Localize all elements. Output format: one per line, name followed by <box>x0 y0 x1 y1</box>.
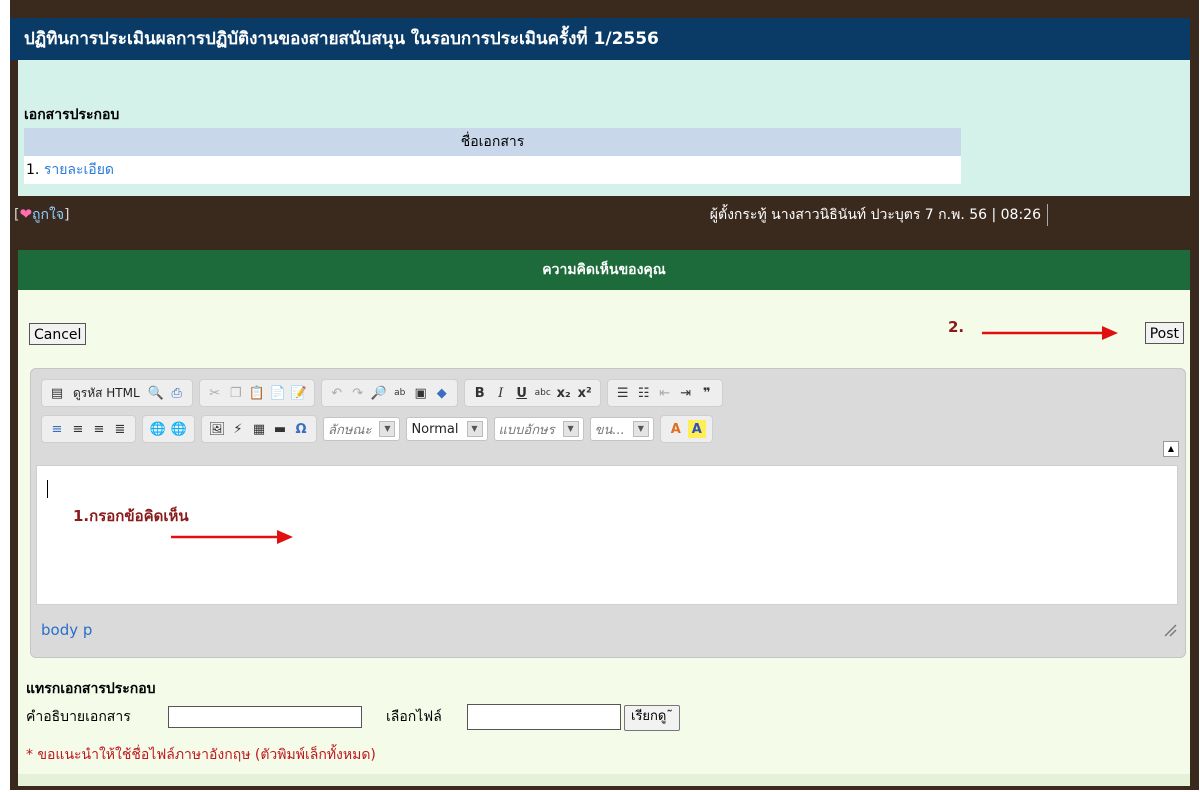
strike-icon[interactable]: abc <box>534 384 552 402</box>
chevron-down-icon: ▼ <box>379 421 396 437</box>
select-all-icon[interactable]: ▣ <box>412 384 430 402</box>
file-label: เลือกไฟล์ <box>386 709 442 725</box>
blockquote-icon[interactable]: ❞ <box>698 384 716 402</box>
paste-text-icon[interactable]: 📄 <box>269 384 287 402</box>
unlink-icon[interactable]: 🌐 <box>170 420 188 438</box>
source-icon: ▤ <box>50 385 64 401</box>
indent-icon[interactable]: ⇥ <box>677 384 695 402</box>
desc-input[interactable] <box>168 706 362 728</box>
italic-icon[interactable]: I <box>492 384 510 402</box>
bg-color-icon[interactable]: A <box>687 420 706 438</box>
paste-word-icon[interactable]: 📝 <box>290 384 308 402</box>
align-center-icon[interactable]: ≡ <box>69 420 87 438</box>
table-icon[interactable]: ▦ <box>250 420 268 438</box>
format-select-value: Normal <box>411 421 459 437</box>
flash-icon[interactable]: ⚡ <box>229 420 247 438</box>
cancel-button[interactable]: Cancel <box>29 323 87 345</box>
document-link[interactable]: รายละเอียด <box>44 162 114 178</box>
chevron-down-icon: ▼ <box>466 421 483 437</box>
align-left-icon[interactable]: ≡ <box>48 420 66 438</box>
chevron-down-icon: ▼ <box>562 421 579 437</box>
redo-icon[interactable]: ↷ <box>349 384 367 402</box>
toolbar-group-insert: 🖼 ⚡ ▦ ▬ Ω <box>201 415 317 443</box>
text-caret <box>47 480 48 498</box>
footer-divider <box>18 774 1190 786</box>
table-header: ชื่อเอกสาร <box>24 128 961 156</box>
link-icon[interactable]: 🌐 <box>149 420 167 438</box>
comment-box: ความคิดเห็นของคุณ Cancel 2. Post ▤ ดูรหั… <box>18 250 1190 786</box>
font-select-value: แบบอักษร <box>498 422 555 438</box>
style-select-value: ลักษณะ <box>328 422 372 438</box>
post-title: ปฏิทินการประเมินผลการปฏิบัติงานของสายสนั… <box>10 18 1190 60</box>
size-select[interactable]: ขน... ▼ <box>589 417 654 441</box>
paste-icon[interactable]: 📋 <box>248 384 266 402</box>
filename-note: * ขอแนะนำให้ใช้ชื่อไฟล์ภาษาอังกฤษ (ตัวพิ… <box>26 747 376 763</box>
author-bar: [❤ถูกใจ] ผู้ตั้งกระทู้ นางสาวนิธินันท์ ป… <box>10 196 1190 246</box>
special-char-icon[interactable]: Ω <box>292 420 310 438</box>
horizontal-rule-icon[interactable]: ▬ <box>271 420 289 438</box>
annotation-step-1: 1.กรอกข้อคิดเห็น <box>73 507 189 525</box>
justify-icon[interactable]: ≣ <box>111 420 129 438</box>
toolbar-group-align: ≡ ≡ ≡ ≣ <box>41 415 136 443</box>
undo-icon[interactable]: ↶ <box>328 384 346 402</box>
text-color-icon[interactable]: A <box>667 420 685 438</box>
style-select[interactable]: ลักษณะ ▼ <box>323 417 401 441</box>
outdent-icon[interactable]: ⇤ <box>656 384 674 402</box>
toolbar-group-document: ▤ ดูรหัส HTML 🔍 ⎙ <box>41 379 193 407</box>
chevron-down-icon: ▼ <box>632 421 649 437</box>
remove-format-icon[interactable]: ◆ <box>433 384 451 402</box>
toolbar-group-basicstyles: B I U abc x₂ x² <box>463 379 601 407</box>
numbered-list-icon[interactable]: ☰ <box>614 384 632 402</box>
author-info: ผู้ตั้งกระทู้ นางสาวนิธินันท์ ปวะบุตร 7 … <box>710 204 1048 226</box>
documents-table: ชื่อเอกสาร 1. รายละเอียด <box>24 128 961 184</box>
like-label: ถูกใจ <box>32 207 65 223</box>
subscript-icon[interactable]: x₂ <box>555 384 573 402</box>
bulleted-list-icon[interactable]: ☷ <box>635 384 653 402</box>
preview-icon[interactable]: 🔍 <box>147 384 165 402</box>
attach-section: แทรกเอกสารประกอบ คำอธิบายเอกสาร เลือกไฟล… <box>18 666 1190 770</box>
image-icon[interactable]: 🖼 <box>208 420 226 438</box>
toolbar-group-lists: ☰ ☷ ⇤ ⇥ ❞ <box>606 379 723 407</box>
underline-icon[interactable]: U <box>513 384 531 402</box>
annotation-step-2: 2. <box>948 318 965 336</box>
find-icon[interactable]: 🔎 <box>370 384 388 402</box>
resize-handle-icon[interactable] <box>1163 623 1177 637</box>
collapse-toolbar-icon[interactable]: ▲ <box>1163 441 1179 457</box>
row-number: 1. <box>26 162 40 178</box>
file-input[interactable] <box>467 704 621 730</box>
toolbar-group-colors: A A <box>659 415 713 443</box>
attach-title: แทรกเอกสารประกอบ <box>26 681 156 697</box>
replace-icon[interactable]: ab <box>391 384 409 402</box>
size-select-value: ขน... <box>594 422 625 438</box>
toolbar-row-2: ≡ ≡ ≡ ≣ 🌐 🌐 🖼 ⚡ ▦ ▬ Ω ลักษณะ ▼ Normal ▼ แบ… <box>41 415 713 443</box>
print-icon[interactable]: ⎙ <box>168 384 186 402</box>
desc-label: คำอธิบายเอกสาร <box>26 709 131 725</box>
font-select[interactable]: แบบอักษร ▼ <box>493 417 584 441</box>
element-path[interactable]: body p <box>41 621 92 639</box>
annotation-arrow-icon <box>982 326 1118 340</box>
toolbar-row-1: ▤ ดูรหัส HTML 🔍 ⎙ ✂ ❐ 📋 📄 📝 ↶ ↷ 🔎 ab ▣ ◆ <box>41 379 723 407</box>
copy-icon[interactable]: ❐ <box>227 384 245 402</box>
format-select[interactable]: Normal ▼ <box>406 417 488 441</box>
source-button[interactable]: ดูรหัส HTML <box>69 384 144 403</box>
comment-editor-area[interactable]: 1.กรอกข้อคิดเห็น <box>36 465 1178 605</box>
like-bracket-close: ] <box>64 207 70 223</box>
heart-icon: ❤ <box>19 205 33 223</box>
superscript-icon[interactable]: x² <box>576 384 594 402</box>
toolbar-group-edit: ↶ ↷ 🔎 ab ▣ ◆ <box>320 379 458 407</box>
rich-text-editor: ▤ ดูรหัส HTML 🔍 ⎙ ✂ ❐ 📋 📄 📝 ↶ ↷ 🔎 ab ▣ ◆ <box>30 368 1186 658</box>
cut-icon[interactable]: ✂ <box>206 384 224 402</box>
toolbar-group-clipboard: ✂ ❐ 📋 📄 📝 <box>198 379 315 407</box>
bold-icon[interactable]: B <box>471 384 489 402</box>
browse-button[interactable]: เรียกดู˜ <box>624 705 680 731</box>
post-button[interactable]: Post <box>1144 322 1184 344</box>
toolbar-group-links: 🌐 🌐 <box>142 415 195 443</box>
align-right-icon[interactable]: ≡ <box>90 420 108 438</box>
like-button[interactable]: [❤ถูกใจ] <box>14 204 70 226</box>
table-row: 1. รายละเอียด <box>24 156 961 184</box>
attachments-title: เอกสารประกอบ <box>24 107 120 123</box>
annotation-arrow-icon <box>171 530 293 544</box>
post-body: เอกสารประกอบ ชื่อเอกสาร 1. รายละเอียด <box>18 60 1190 196</box>
comment-header: ความคิดเห็นของคุณ <box>18 250 1190 290</box>
